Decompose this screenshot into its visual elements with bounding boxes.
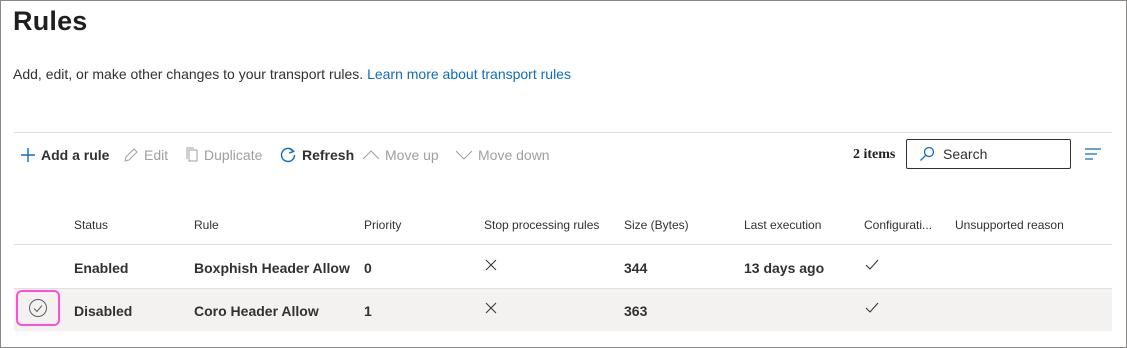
add-rule-label: Add a rule bbox=[41, 147, 110, 163]
edit-label: Edit bbox=[144, 147, 169, 163]
column-header-stop-processing[interactable]: Stop processing rules bbox=[484, 218, 599, 232]
size-cell: 344 bbox=[624, 260, 648, 276]
add-rule-button[interactable]: Add a rule bbox=[20, 137, 109, 173]
copy-icon bbox=[186, 147, 198, 162]
column-header-size[interactable]: Size (Bytes) bbox=[624, 218, 689, 232]
priority-cell: 1 bbox=[364, 303, 372, 319]
move-down-button[interactable]: Move down bbox=[455, 137, 550, 173]
table-row[interactable]: Enabled Boxphish Header Allow 0 344 13 d… bbox=[14, 246, 1112, 288]
column-header-priority[interactable]: Priority bbox=[364, 218, 401, 232]
page-description: Add, edit, or make other changes to your… bbox=[13, 66, 571, 82]
chevron-up-icon bbox=[362, 150, 380, 160]
refresh-label: Refresh bbox=[302, 147, 355, 163]
plus-icon bbox=[21, 148, 35, 162]
status-cell: Disabled bbox=[74, 303, 133, 319]
table-row[interactable]: Disabled Coro Header Allow 1 363 bbox=[14, 289, 1112, 331]
duplicate-label: Duplicate bbox=[204, 147, 263, 163]
pencil-icon bbox=[124, 148, 138, 162]
search-input[interactable] bbox=[943, 146, 1053, 162]
search-box[interactable] bbox=[906, 139, 1071, 169]
filter-icon[interactable] bbox=[1084, 147, 1102, 161]
column-header-rule[interactable]: Rule bbox=[194, 218, 219, 232]
checkmark-icon bbox=[865, 259, 879, 270]
x-icon bbox=[485, 259, 497, 271]
refresh-button[interactable]: Refresh bbox=[279, 137, 354, 173]
column-header-status[interactable]: Status bbox=[74, 218, 108, 232]
rule-name-cell: Boxphish Header Allow bbox=[194, 260, 350, 276]
search-icon bbox=[920, 146, 935, 161]
status-cell: Enabled bbox=[74, 260, 129, 276]
column-header-last-execution[interactable]: Last execution bbox=[744, 218, 821, 232]
description-text: Add, edit, or make other changes to your… bbox=[13, 66, 364, 82]
size-cell: 363 bbox=[624, 303, 648, 319]
last-execution-cell: 13 days ago bbox=[744, 260, 825, 276]
page-title: Rules bbox=[13, 6, 88, 36]
learn-more-link[interactable]: Learn more about transport rules bbox=[367, 66, 571, 82]
rules-page: Rules Add, edit, or make other changes t… bbox=[0, 0, 1127, 348]
move-up-button[interactable]: Move up bbox=[362, 137, 439, 173]
x-icon bbox=[485, 302, 497, 314]
edit-button[interactable]: Edit bbox=[123, 137, 168, 173]
item-count: 2 items bbox=[853, 147, 896, 162]
refresh-icon bbox=[280, 147, 296, 163]
row-select-checkbox[interactable] bbox=[16, 290, 60, 326]
move-up-label: Move up bbox=[385, 147, 439, 163]
checkmark-icon bbox=[865, 302, 879, 313]
column-header-configuration[interactable]: Configurati... bbox=[864, 218, 932, 232]
check-circle-icon bbox=[29, 299, 47, 317]
chevron-down-icon bbox=[455, 150, 473, 160]
move-down-label: Move down bbox=[478, 147, 550, 163]
rule-name-cell: Coro Header Allow bbox=[194, 303, 319, 319]
header-divider bbox=[14, 244, 1112, 245]
priority-cell: 0 bbox=[364, 260, 372, 276]
duplicate-button[interactable]: Duplicate bbox=[185, 137, 262, 173]
toolbar-divider bbox=[14, 132, 1112, 133]
column-header-unsupported-reason[interactable]: Unsupported reason bbox=[955, 218, 1064, 232]
